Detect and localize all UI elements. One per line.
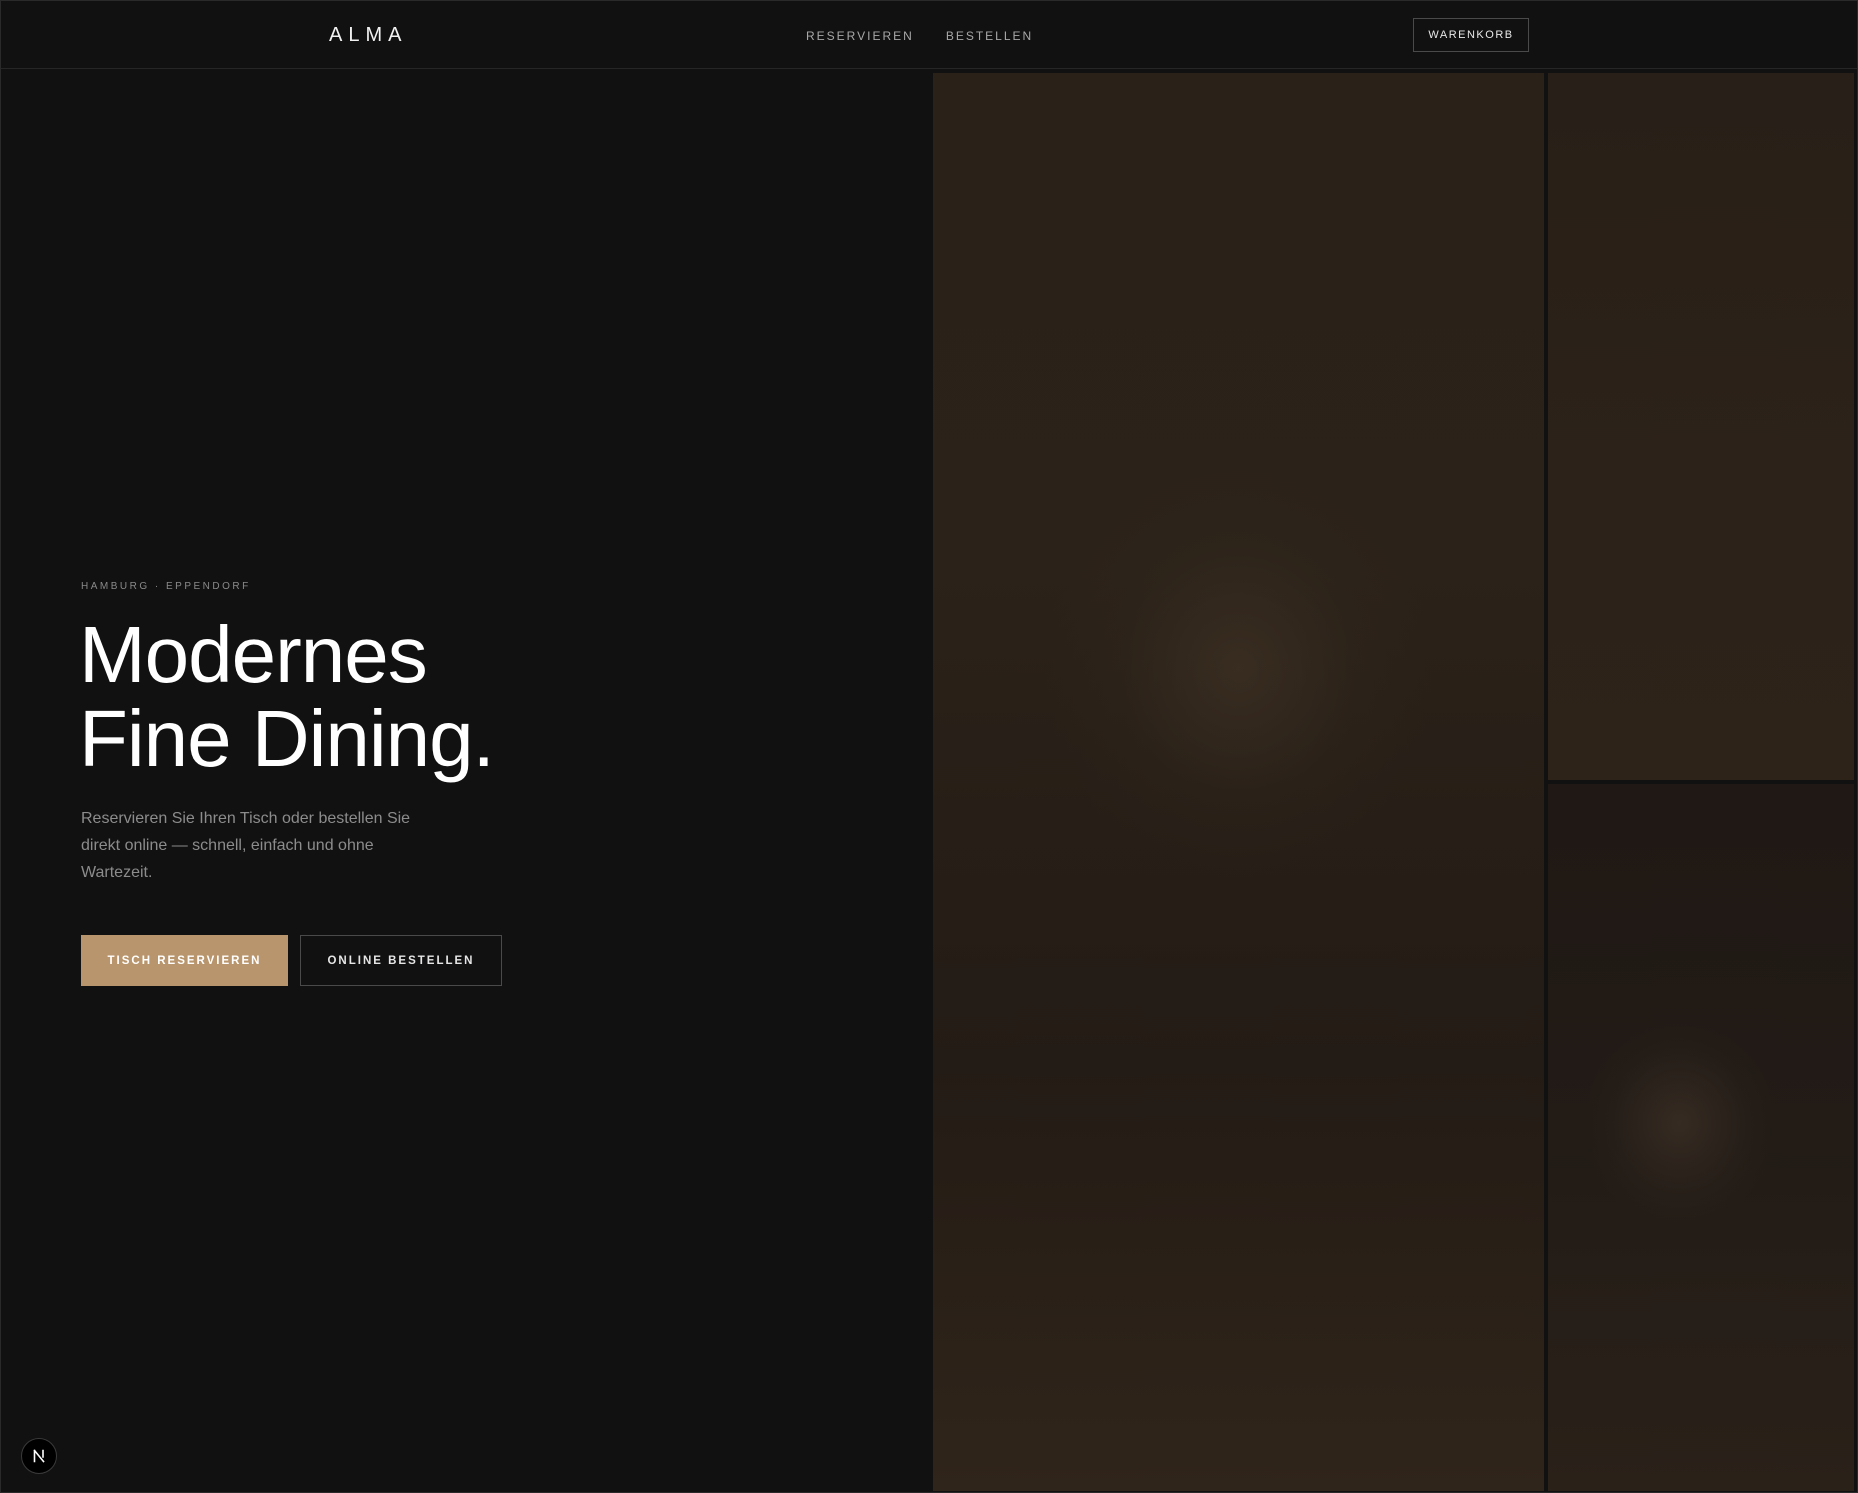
- hero-image-large: [933, 73, 1544, 1491]
- nextjs-glyph: [33, 1449, 45, 1463]
- nav-link-reservieren[interactable]: RESERVIEREN: [806, 29, 914, 43]
- main-nav: RESERVIEREN BESTELLEN: [806, 29, 1033, 43]
- reserve-table-button[interactable]: TISCH RESERVIEREN: [81, 935, 288, 986]
- page: ALMA RESERVIEREN BESTELLEN WARENKORB HAM…: [0, 0, 1858, 1493]
- nextjs-logo-icon[interactable]: [21, 1438, 57, 1474]
- hero-image-top-right: [1548, 73, 1854, 780]
- hero-headline-line2: Fine Dining.: [79, 694, 495, 783]
- hero-headline-line1: Modernes: [79, 610, 428, 699]
- location-eyebrow: HAMBURG · EPPENDORF: [81, 581, 251, 592]
- order-online-button: ONLINE BESTELLEN: [300, 935, 502, 986]
- cart-button[interactable]: WARENKORB: [1413, 18, 1529, 52]
- brand-logo[interactable]: ALMA: [329, 24, 407, 47]
- nav-link-bestellen[interactable]: BESTELLEN: [946, 29, 1033, 43]
- site-header: ALMA RESERVIEREN BESTELLEN WARENKORB: [1, 1, 1857, 69]
- hero-lead-text: Reservieren Sie Ihren Tisch oder bestell…: [81, 810, 411, 881]
- hero-image-bottom-right: [1548, 784, 1854, 1491]
- hero-headline: Modernes Fine Dining.: [79, 610, 495, 783]
